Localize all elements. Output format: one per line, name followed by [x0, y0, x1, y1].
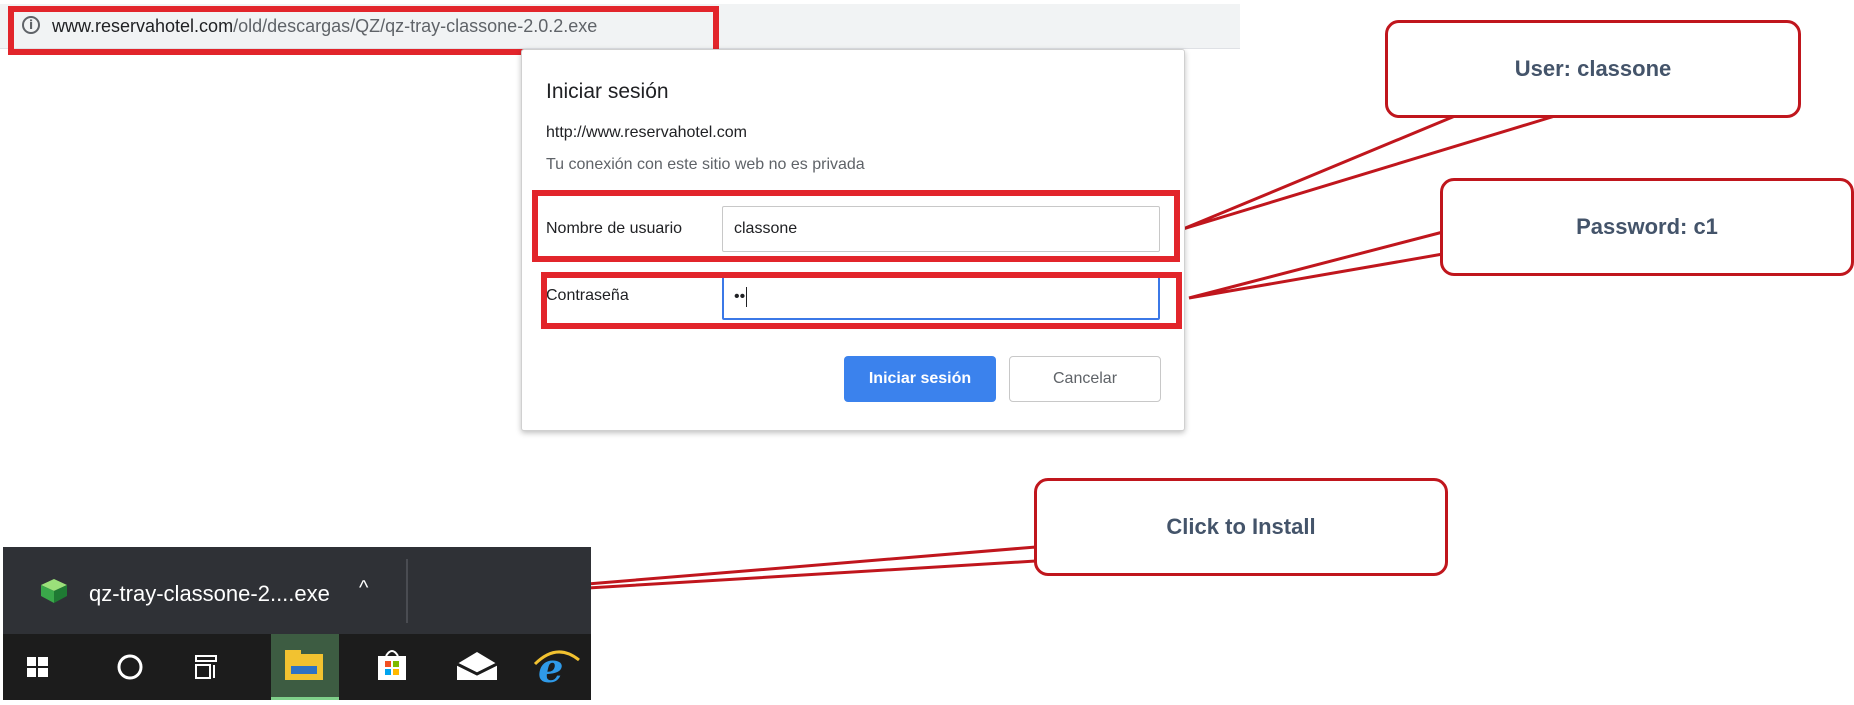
privacy-note: Tu conexión con este sitio web no es pri… [546, 156, 865, 173]
windows-taskbar: e [3, 634, 591, 700]
install-callout: Click to Install [1034, 478, 1448, 576]
download-item-filename[interactable]: qz-tray-classone-2....exe [89, 581, 330, 607]
windows-start-icon[interactable] [3, 634, 71, 700]
cancel-button[interactable]: Cancelar [1009, 356, 1161, 402]
divider [406, 559, 408, 623]
url-highlight-box [8, 6, 719, 55]
store-icon[interactable] [358, 634, 426, 700]
edge-legacy-icon[interactable]: e [523, 634, 591, 700]
login-button[interactable]: Iniciar sesión [844, 356, 996, 402]
mail-icon[interactable] [443, 634, 511, 700]
user-callout: User: classone [1385, 20, 1801, 118]
installer-file-icon [41, 579, 67, 603]
password-highlight-box [541, 272, 1182, 329]
username-highlight-box [532, 190, 1180, 262]
password-callout: Password: c1 [1440, 178, 1854, 276]
chevron-up-icon[interactable]: ^ [359, 577, 368, 600]
download-bar: qz-tray-classone-2....exe ^ [3, 547, 591, 634]
search-circle-icon[interactable] [100, 634, 168, 700]
file-explorer-icon[interactable] [271, 634, 339, 700]
task-view-icon[interactable] [173, 634, 241, 700]
dialog-site: http://www.reservahotel.com [546, 124, 747, 141]
password-callout-pointer [1188, 230, 1445, 300]
dialog-title: Iniciar sesión [546, 80, 669, 103]
